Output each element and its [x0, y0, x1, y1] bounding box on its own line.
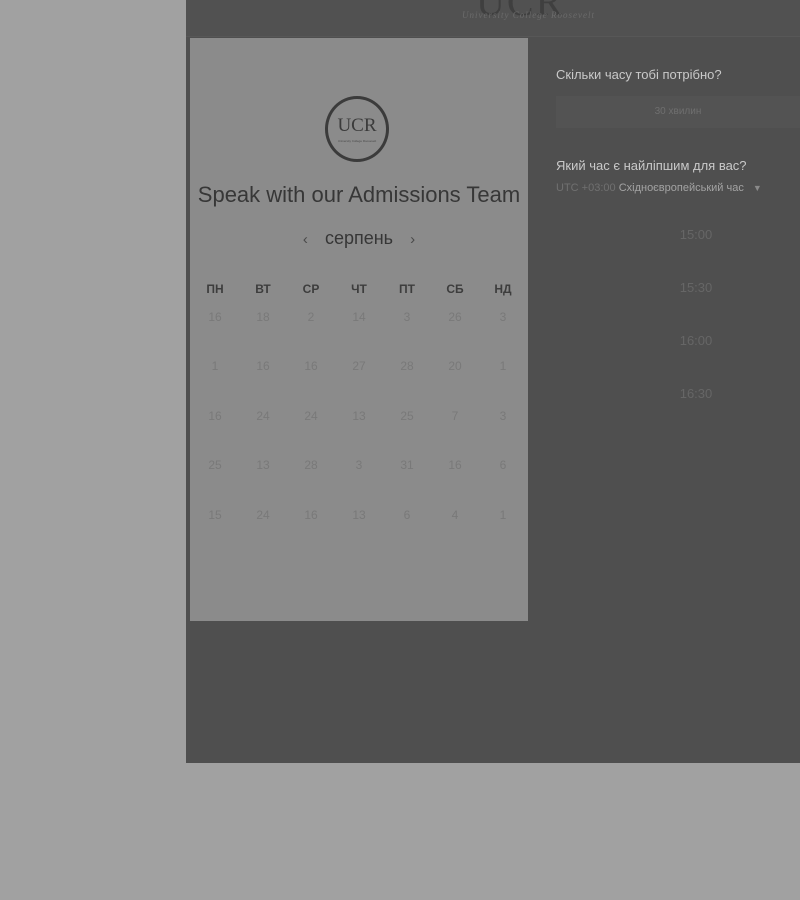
calendar-day[interactable]: 16: [195, 310, 235, 324]
calendar-day[interactable]: 13: [339, 409, 379, 423]
ucr-logo-subtext: University College Roosevelt: [337, 139, 377, 143]
calendar-day[interactable]: 18: [243, 310, 283, 324]
calendar-day[interactable]: 7: [435, 409, 475, 423]
time-slot[interactable]: 15:30: [596, 280, 796, 295]
calendar-day[interactable]: 25: [195, 458, 235, 472]
calendar-day[interactable]: 24: [291, 409, 331, 423]
weekday-header: ЧТ: [351, 282, 367, 296]
calendar-day[interactable]: 20: [435, 359, 475, 373]
calendar-day[interactable]: 16: [291, 508, 331, 522]
site-header: UCR University College Roosevelt: [186, 0, 800, 37]
calendar-day[interactable]: 4: [435, 508, 475, 522]
weekday-header: НД: [494, 282, 512, 296]
calendar-day[interactable]: 1: [483, 359, 523, 373]
calendar-day[interactable]: 3: [387, 310, 427, 324]
calendar-day[interactable]: 28: [291, 458, 331, 472]
time-slot[interactable]: 16:30: [596, 386, 796, 401]
calendar-day[interactable]: 27: [339, 359, 379, 373]
time-question: Який час є найліпшим для вас?: [556, 158, 747, 173]
calendar-day[interactable]: 26: [435, 310, 475, 324]
calendar-day[interactable]: 3: [339, 458, 379, 472]
weekday-header: СР: [302, 282, 320, 296]
calendar-day[interactable]: 24: [243, 508, 283, 522]
weekday-header: ВТ: [255, 282, 271, 296]
calendar-day[interactable]: 1: [483, 508, 523, 522]
calendar-day[interactable]: 6: [387, 508, 427, 522]
calendar-day[interactable]: 14: [339, 310, 379, 324]
weekday-header: ПН: [206, 282, 224, 296]
calendar-day[interactable]: 31: [387, 458, 427, 472]
calendar-day[interactable]: 13: [243, 458, 283, 472]
calendar-day[interactable]: 16: [243, 359, 283, 373]
weekday-header: ПТ: [399, 282, 415, 296]
ucr-logo: UCR University College Roosevelt: [325, 96, 389, 162]
month-navigation: ‹ серпень ›: [190, 228, 528, 249]
calendar-card: UCR University College Roosevelt Speak w…: [190, 38, 528, 621]
page: UCR University College Roosevelt UCR Uni…: [0, 0, 800, 900]
calendar-day[interactable]: 16: [195, 409, 235, 423]
time-slot[interactable]: 15:00: [596, 227, 796, 242]
calendar-day[interactable]: 15: [195, 508, 235, 522]
duration-value: 30 хвилин: [654, 106, 702, 117]
calendar-day[interactable]: 24: [243, 409, 283, 423]
calendar-day[interactable]: 28: [387, 359, 427, 373]
calendar-day[interactable]: 2: [291, 310, 331, 324]
calendar-day[interactable]: 3: [483, 310, 523, 324]
calendar-day[interactable]: 25: [387, 409, 427, 423]
calendar-day[interactable]: 16: [291, 359, 331, 373]
timezone-offset: UTC +03:00: [556, 182, 616, 194]
timezone-selector[interactable]: UTC +03:00 Східноєвропейський час ▼: [556, 182, 762, 194]
card-title: Speak with our Admissions Team: [197, 182, 521, 207]
duration-question: Скільки часу тобі потрібно?: [556, 67, 722, 82]
timezone-name: Східноєвропейський час: [618, 182, 744, 194]
calendar-day[interactable]: 3: [483, 409, 523, 423]
chevron-right-icon[interactable]: ›: [402, 231, 423, 248]
header-logo-subtext: University College Roosevelt: [462, 10, 595, 20]
time-slot[interactable]: 16:00: [596, 333, 796, 348]
calendar-day[interactable]: 1: [195, 359, 235, 373]
calendar-day[interactable]: 6: [483, 458, 523, 472]
caret-down-icon: ▼: [752, 183, 762, 193]
calendar-day[interactable]: 16: [435, 458, 475, 472]
chevron-left-icon[interactable]: ‹: [295, 231, 316, 248]
duration-select[interactable]: 30 хвилин: [556, 96, 800, 128]
ucr-logo-text: UCR: [337, 115, 377, 136]
weekday-header: СБ: [446, 282, 464, 296]
calendar-day[interactable]: 13: [339, 508, 379, 522]
month-label: серпень: [324, 228, 394, 248]
